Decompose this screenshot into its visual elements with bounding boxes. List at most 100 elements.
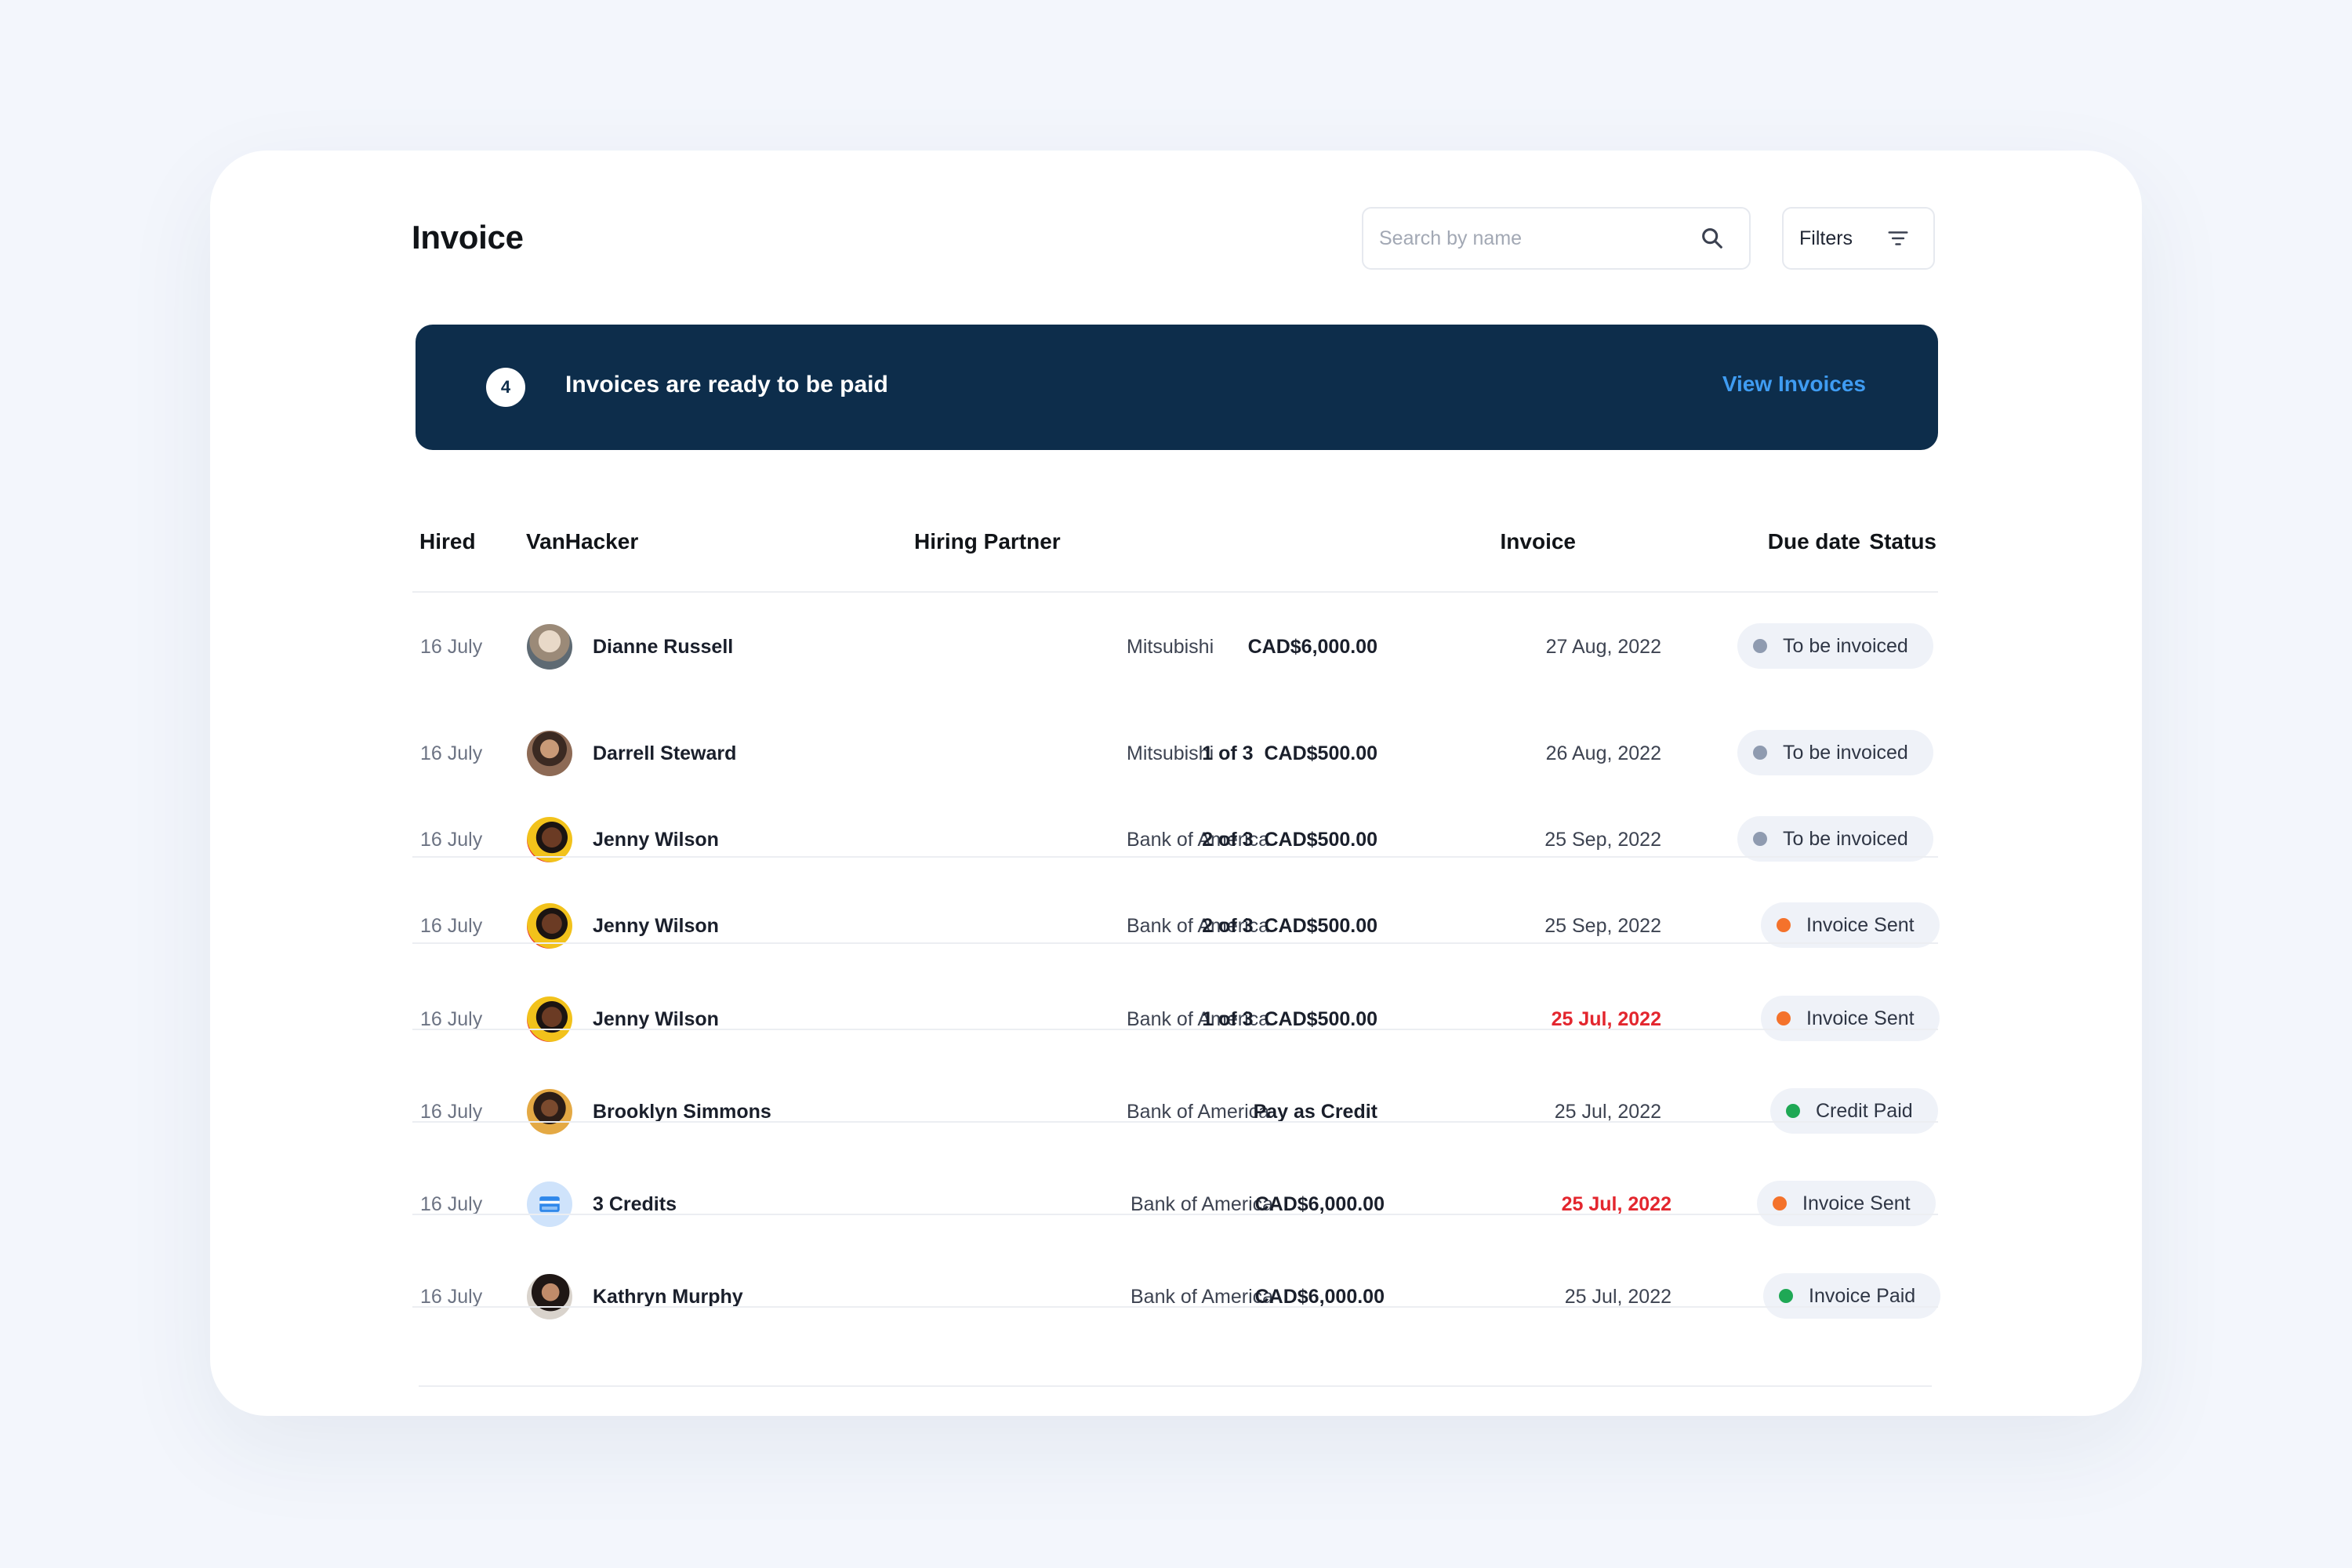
status-label: Credit Paid xyxy=(1816,1099,1913,1122)
avatar xyxy=(527,1274,572,1319)
due-date: 27 Aug, 2022 xyxy=(1545,635,1661,658)
ready-invoices-banner: 4 Invoices are ready to be paid View Inv… xyxy=(416,325,1938,450)
status-label: To be invoiced xyxy=(1783,827,1908,850)
status-badge: To be invoiced xyxy=(1737,623,1933,669)
banner-message: Invoices are ready to be paid xyxy=(565,372,888,397)
due-date: 25 Jul, 2022 xyxy=(1564,1285,1671,1308)
credit-card-icon xyxy=(527,1181,572,1227)
status-badge: Invoice Sent xyxy=(1757,1181,1936,1226)
hiring-partner: Bank of America xyxy=(1127,1100,1270,1123)
column-header-status: Status xyxy=(1869,529,1936,554)
view-invoices-link[interactable]: View Invoices xyxy=(1722,372,1866,397)
status-dot xyxy=(1779,1289,1793,1303)
table-row[interactable]: 16 July Kathryn Murphy Bank of America CAD$… xyxy=(412,1250,1941,1343)
status-dot xyxy=(1753,746,1767,760)
hired-date: 16 July xyxy=(420,914,483,937)
invoice-card: Invoice Filters 4 Invoices are ready to … xyxy=(210,151,2142,1416)
status-badge: Credit Paid xyxy=(1770,1088,1938,1134)
due-date: 25 Sep, 2022 xyxy=(1544,914,1661,937)
table-row[interactable]: 16 July Darrell Steward Mitsubishi 1 of 3 C… xyxy=(412,707,1938,800)
column-header-hiring-partner: Hiring Partner xyxy=(914,529,1061,554)
vanhacker-name[interactable]: Jenny Wilson xyxy=(593,793,719,886)
header-divider xyxy=(412,591,1938,593)
table-row[interactable]: 16 July 3 Credits Bank of America CAD$6,000… xyxy=(412,1158,1938,1250)
due-date: 25 Jul, 2022 xyxy=(1554,1100,1661,1123)
hired-date: 16 July xyxy=(420,828,483,851)
status-dot xyxy=(1786,1104,1800,1118)
row-divider xyxy=(412,1029,1938,1030)
table-row[interactable]: 16 July Brooklyn Simmons Bank of America Pa… xyxy=(412,1065,1938,1158)
status-label: Invoice Sent xyxy=(1802,1192,1911,1214)
status-badge: Invoice Sent xyxy=(1761,996,1940,1041)
vanhacker-name[interactable]: Darrell Steward xyxy=(593,707,736,800)
vanhacker-name[interactable]: Brooklyn Simmons xyxy=(593,1065,771,1158)
row-divider xyxy=(412,1214,1938,1215)
invoice-amount: 1 of 3 CAD$500.00 xyxy=(1202,742,1377,764)
table-row[interactable]: 16 July Jenny Wilson Bank of America 1 of 3… xyxy=(412,973,1940,1065)
status-badge: Invoice Sent xyxy=(1761,902,1940,948)
search-input[interactable] xyxy=(1379,227,1699,250)
due-date: 25 Jul, 2022 xyxy=(1561,1192,1671,1215)
status-dot xyxy=(1753,639,1767,653)
status-badge: To be invoiced xyxy=(1737,730,1933,775)
avatar xyxy=(527,731,572,776)
hiring-partner: Bank of America xyxy=(1131,1192,1274,1215)
column-header-due-date: Due date xyxy=(1767,529,1860,554)
hiring-partner: Mitsubishi xyxy=(1127,635,1214,658)
search-box[interactable] xyxy=(1362,207,1751,270)
filters-label: Filters xyxy=(1799,227,1853,249)
invoice-amount: Pay as Credit xyxy=(1253,1100,1377,1123)
column-header-invoice: Invoice xyxy=(1500,529,1576,554)
hired-date: 16 July xyxy=(420,1100,483,1123)
hired-date: 16 July xyxy=(420,1192,483,1215)
avatar xyxy=(527,1089,572,1134)
row-divider xyxy=(412,942,1938,944)
status-label: Invoice Sent xyxy=(1806,1007,1915,1029)
vanhacker-name[interactable]: 3 Credits xyxy=(593,1158,677,1250)
table-row[interactable]: 16 July Jenny Wilson Bank of America 2 of 3… xyxy=(412,793,1938,886)
avatar xyxy=(527,996,572,1042)
invoice-amount: 1 of 3 CAD$500.00 xyxy=(1202,1007,1377,1030)
status-label: To be invoiced xyxy=(1783,741,1908,764)
vanhacker-name[interactable]: Dianne Russell xyxy=(593,601,733,693)
status-dot xyxy=(1753,832,1767,846)
status-label: To be invoiced xyxy=(1783,634,1908,657)
invoice-amount: 2 of 3 CAD$500.00 xyxy=(1202,828,1377,851)
vanhacker-name[interactable]: Kathryn Murphy xyxy=(593,1250,743,1343)
row-divider xyxy=(412,856,1938,858)
search-icon[interactable] xyxy=(1699,225,1726,252)
table-bottom-divider xyxy=(419,1385,1932,1387)
row-divider xyxy=(412,1121,1938,1123)
invoice-amount: 2 of 3 CAD$500.00 xyxy=(1202,914,1377,937)
ready-count-badge: 4 xyxy=(486,368,525,407)
status-label: Invoice Paid xyxy=(1809,1284,1916,1307)
hiring-partner: Mitsubishi xyxy=(1127,742,1214,764)
hired-date: 16 July xyxy=(420,635,483,658)
invoice-amount: CAD$6,000.00 xyxy=(1247,635,1377,658)
row-divider xyxy=(412,1306,1938,1308)
filter-icon xyxy=(1886,227,1910,250)
avatar xyxy=(527,624,572,670)
due-date: 25 Jul, 2022 xyxy=(1551,1007,1661,1030)
filters-button[interactable]: Filters xyxy=(1782,207,1935,270)
column-header-hired: Hired xyxy=(419,529,476,554)
hired-date: 16 July xyxy=(420,742,483,764)
hired-date: 16 July xyxy=(420,1285,483,1308)
vanhacker-name[interactable]: Jenny Wilson xyxy=(593,973,719,1065)
table-row[interactable]: 16 July Dianne Russell Mitsubishi CAD$6,000… xyxy=(412,601,1938,693)
due-date: 25 Sep, 2022 xyxy=(1544,828,1661,851)
column-header-vanhacker: VanHacker xyxy=(526,529,639,554)
status-dot xyxy=(1773,1196,1787,1210)
status-dot xyxy=(1777,1011,1791,1025)
page-title: Invoice xyxy=(412,219,524,256)
table-row[interactable]: 16 July Jenny Wilson Bank of America 2 of 3… xyxy=(412,880,1940,972)
invoice-amount: CAD$6,000.00 xyxy=(1254,1285,1385,1308)
due-date: 26 Aug, 2022 xyxy=(1545,742,1661,764)
hiring-partner: Bank of America xyxy=(1131,1285,1274,1308)
vanhacker-name[interactable]: Jenny Wilson xyxy=(593,880,719,972)
status-dot xyxy=(1777,918,1791,932)
status-label: Invoice Sent xyxy=(1806,913,1915,936)
status-badge: Invoice Paid xyxy=(1763,1273,1941,1319)
status-badge: To be invoiced xyxy=(1737,816,1933,862)
hired-date: 16 July xyxy=(420,1007,483,1030)
